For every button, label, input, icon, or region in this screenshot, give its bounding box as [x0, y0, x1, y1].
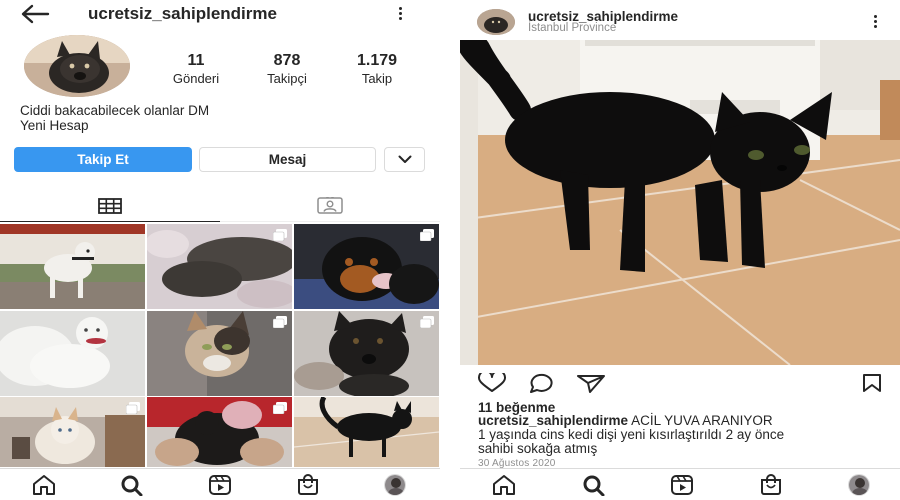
stat-posts-value: 11 — [187, 52, 205, 69]
nav-home[interactable] — [31, 473, 57, 497]
tab-posts-grid[interactable] — [0, 190, 220, 222]
nav-search[interactable] — [581, 473, 607, 497]
tagged-icon — [317, 197, 343, 214]
bio-line-1: Ciddi bakacabilecek olanlar DM — [20, 103, 210, 118]
grid-post-9[interactable] — [294, 397, 439, 467]
profile-avatar-small — [384, 474, 406, 496]
stat-following[interactable]: 1.179 Takip — [337, 52, 417, 86]
shop-icon — [761, 474, 781, 495]
bottom-nav-left — [0, 468, 440, 500]
grid-icon — [98, 197, 122, 214]
back-arrow-icon[interactable] — [18, 3, 52, 25]
stat-posts-label: Gönderi — [172, 71, 220, 86]
heart-icon — [478, 370, 506, 392]
stat-posts[interactable]: 11 Gönderi — [156, 52, 236, 86]
bottom-nav-right — [460, 468, 900, 500]
comment-button[interactable] — [527, 373, 557, 393]
grid-post-3[interactable] — [294, 224, 439, 309]
post-options-icon[interactable] — [866, 12, 886, 32]
nav-profile[interactable] — [846, 473, 872, 497]
multi-photo-icon — [273, 402, 287, 414]
home-icon — [33, 475, 55, 495]
multi-photo-icon — [420, 316, 434, 328]
multi-photo-icon — [273, 229, 287, 241]
caption-headline: ACİL YUVA ARANIYOR — [628, 413, 773, 428]
stat-following-value: 1.179 — [356, 52, 398, 69]
comment-icon — [530, 373, 553, 393]
grid-post-5[interactable] — [147, 311, 292, 396]
multi-photo-icon — [420, 229, 434, 241]
post-screen: ucretsiz_sahiplendirme İstanbul Province — [460, 0, 900, 500]
nav-reels[interactable] — [669, 473, 695, 497]
profile-header: ucretsiz_sahiplendirme — [0, 0, 440, 28]
caption-username[interactable]: ucretsiz_sahiplendirme — [478, 413, 628, 428]
search-icon — [121, 475, 143, 496]
multi-photo-icon — [273, 316, 287, 328]
nav-search[interactable] — [119, 473, 145, 497]
post-image[interactable] — [460, 40, 900, 365]
profile-avatar[interactable] — [24, 35, 130, 97]
stat-followers-label: Takipçi — [267, 71, 307, 86]
grid-post-8[interactable] — [147, 397, 292, 467]
suggested-accounts-button[interactable] — [384, 147, 425, 172]
reels-icon — [671, 475, 693, 495]
post-location[interactable]: İstanbul Province — [528, 22, 616, 34]
home-icon — [493, 475, 515, 495]
search-icon — [583, 475, 605, 496]
profile-tabs — [0, 190, 440, 222]
follow-button[interactable]: Takip Et — [14, 147, 192, 172]
save-button[interactable] — [858, 373, 888, 393]
chevron-down-icon — [398, 155, 411, 163]
bio-line-2: Yeni Hesap — [20, 118, 89, 133]
more-options-icon[interactable] — [391, 4, 411, 24]
profile-username: ucretsiz_sahiplendirme — [88, 4, 277, 23]
shop-icon — [298, 474, 318, 495]
grid-post-4[interactable] — [0, 311, 145, 396]
grid-post-1[interactable] — [0, 224, 145, 309]
caption-line-3: sahibi sokağa atmış — [478, 441, 598, 456]
stat-following-label: Takip — [361, 71, 393, 86]
stat-followers-value: 878 — [273, 52, 301, 69]
profile-avatar-small — [848, 474, 870, 496]
nav-home[interactable] — [491, 473, 517, 497]
caption-line-2: 1 yaşında cins kedi dişi yeni kısırlaştı… — [478, 427, 785, 442]
nav-reels[interactable] — [207, 473, 233, 497]
grid-post-7[interactable] — [0, 397, 145, 467]
post-caption: ucretsiz_sahiplendirme ACİL YUVA ARANIYO… — [478, 414, 893, 456]
message-button[interactable]: Mesaj — [199, 147, 376, 172]
stat-followers[interactable]: 878 Takipçi — [247, 52, 327, 86]
bookmark-icon — [863, 374, 881, 392]
share-button[interactable] — [576, 373, 606, 393]
multi-photo-icon — [126, 402, 140, 414]
profile-screen: ucretsiz_sahiplendirme 11 Gönderi 878 Ta… — [0, 0, 440, 500]
like-button[interactable] — [477, 370, 507, 393]
reels-icon — [209, 475, 231, 495]
nav-shop[interactable] — [295, 473, 321, 497]
grid-post-6[interactable] — [294, 311, 439, 396]
tab-tagged[interactable] — [220, 190, 440, 222]
grid-post-2[interactable] — [147, 224, 292, 309]
nav-profile[interactable] — [382, 473, 408, 497]
nav-shop[interactable] — [758, 473, 784, 497]
post-author-avatar[interactable] — [477, 9, 515, 35]
share-icon — [577, 375, 605, 393]
